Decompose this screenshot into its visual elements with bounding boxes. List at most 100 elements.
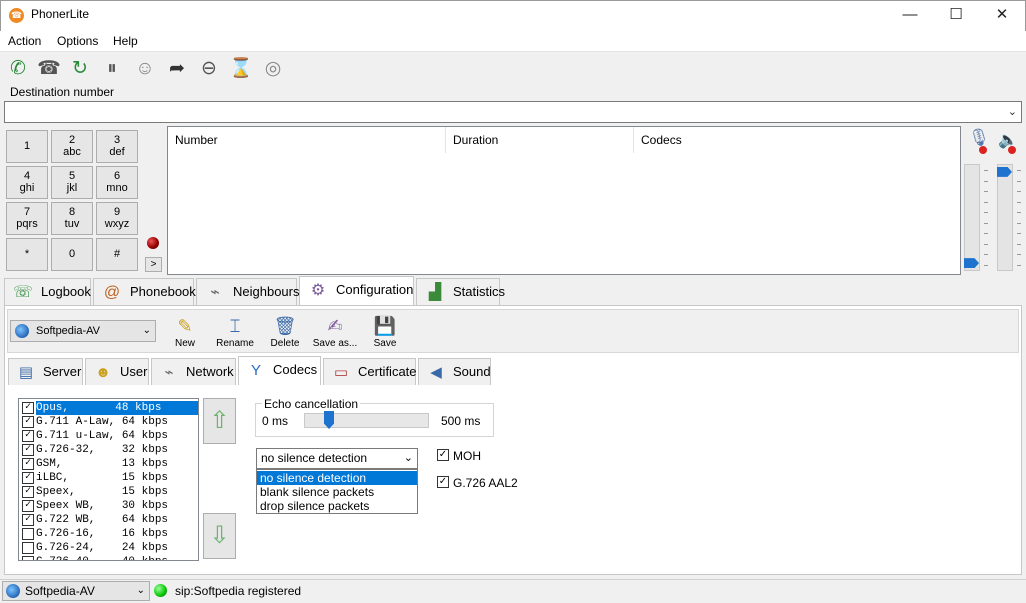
menu-help[interactable]: Help <box>113 34 138 48</box>
echo-cancellation-title: Echo cancellation <box>262 397 361 411</box>
dial-key-4[interactable]: 4 ghi <box>6 166 48 199</box>
tab-neighbours[interactable]: ⌁ Neighbours <box>196 278 300 306</box>
dial-key-7[interactable]: 7 pqrs <box>6 202 48 235</box>
codec-item[interactable]: Speex WB, 30 kbps <box>36 499 198 513</box>
column-codecs[interactable]: Codecs <box>634 127 958 153</box>
codec-item[interactable]: G.711 u-Law, 64 kbps <box>36 429 198 443</box>
slider-tick <box>984 222 988 224</box>
codec-item[interactable]: G.726-16, 16 kbps <box>36 527 198 541</box>
codec-item[interactable]: Opus, 48 kbps <box>36 401 198 415</box>
codec-checkbox[interactable]: ✓ <box>22 444 34 456</box>
speaker-volume-slider[interactable] <box>997 164 1013 271</box>
new-button[interactable]: ✎ New <box>162 314 208 349</box>
hold-icon[interactable]: ⏸ <box>99 56 125 82</box>
minimize-button[interactable]: — <box>887 0 933 31</box>
rename-label: Rename <box>216 338 254 349</box>
registration-status-icon <box>154 584 167 597</box>
dial-key-digit: * <box>24 248 30 260</box>
codec-checkbox[interactable] <box>22 528 34 540</box>
codec-item[interactable]: G.711 A-Law, 64 kbps <box>36 415 198 429</box>
tab-certificate[interactable]: ▭ Certificate <box>323 358 417 385</box>
mic-volume-slider[interactable] <box>964 164 980 271</box>
codec-checkbox[interactable]: ✓ <box>22 416 34 428</box>
reject-icon[interactable]: ⊖ <box>196 56 222 82</box>
dial-key-0[interactable]: 0 <box>51 238 93 271</box>
codec-checkbox[interactable]: ✓ <box>22 472 34 484</box>
move-down-button[interactable]: ⇩ <box>203 513 236 559</box>
chevron-down-icon[interactable]: ⌄ <box>1008 105 1017 118</box>
dial-key-1[interactable]: 1 <box>6 130 48 163</box>
destination-number-input[interactable]: ⌄ <box>4 101 1022 123</box>
codec-checkbox[interactable]: ✓ <box>22 458 34 470</box>
moh-label: MOH <box>453 449 481 463</box>
dial-key-8[interactable]: 8 tuv <box>51 202 93 235</box>
save-as-button[interactable]: ✍ Save as... <box>312 314 358 349</box>
codec-checkbox[interactable]: ✓ <box>22 486 34 498</box>
checkbox-box[interactable]: ✓ <box>437 476 449 488</box>
tab-label: Network <box>186 364 234 379</box>
silence-option[interactable]: no silence detection <box>257 471 417 485</box>
silence-detection-select[interactable]: no silence detection ⌄ <box>256 448 418 469</box>
tab-network[interactable]: ⌁ Network <box>151 358 236 385</box>
codec-item[interactable]: G.722 WB, 64 kbps <box>36 513 198 527</box>
codec-checkbox[interactable] <box>22 556 34 560</box>
codec-item[interactable]: Speex, 15 kbps <box>36 485 198 499</box>
codec-checkbox[interactable]: ✓ <box>22 500 34 512</box>
checkbox-box[interactable]: ✓ <box>437 449 449 461</box>
save-button[interactable]: 💾 Save <box>362 314 408 349</box>
echo-slider[interactable] <box>304 413 429 428</box>
tab-configuration[interactable]: ⚙ Configuration <box>299 276 414 306</box>
call-wait-icon[interactable]: ⌛ <box>228 56 254 82</box>
slider-tick <box>1017 254 1021 255</box>
codec-item[interactable]: G.726-24, 24 kbps <box>36 541 198 555</box>
dial-key-star[interactable]: * <box>6 238 48 271</box>
conference-icon[interactable]: ☺ <box>132 56 158 82</box>
tab-statistics[interactable]: ▟ Statistics <box>416 278 505 306</box>
call-list[interactable]: Number Duration Codecs <box>167 126 961 275</box>
tab-logbook[interactable]: ☏ Logbook <box>4 278 91 306</box>
menu-action[interactable]: Action <box>8 34 41 48</box>
column-duration[interactable]: Duration <box>446 127 634 153</box>
tab-codecs[interactable]: Y Codecs <box>238 356 321 385</box>
tab-sound[interactable]: ◀ Sound <box>418 358 491 385</box>
delete-icon: 🗑 <box>273 316 297 336</box>
rename-button[interactable]: ⌶ Rename <box>212 314 258 349</box>
redial-icon[interactable]: ↻ <box>67 56 93 82</box>
close-button[interactable]: ✕ <box>979 0 1025 31</box>
codec-item[interactable]: iLBC, 15 kbps <box>36 471 198 485</box>
codec-list[interactable]: ✓ Opus, 48 kbps ✓ G.711 A-Law, 64 kbps ✓ G.71… <box>18 398 199 561</box>
codec-checkbox[interactable] <box>22 542 34 554</box>
dial-key-5[interactable]: 5 jkl <box>51 166 93 199</box>
tab-phonebook[interactable]: @ Phonebook <box>93 278 196 306</box>
silence-option[interactable]: drop silence packets <box>257 499 417 513</box>
silence-option[interactable]: blank silence packets <box>257 485 417 499</box>
menu-options[interactable]: Options <box>57 34 98 48</box>
dialpad-more-button[interactable]: > <box>145 257 162 272</box>
codec-item[interactable]: G.726-32, 32 kbps <box>36 443 198 457</box>
transfer-icon[interactable]: ➦ <box>164 56 190 82</box>
dial-key-6[interactable]: 6 mno <box>96 166 138 199</box>
status-profile-select[interactable]: Softpedia-AV ⌄ <box>2 581 150 601</box>
hangup-icon[interactable]: ☎ <box>36 56 62 82</box>
codec-checkbox[interactable]: ✓ <box>22 514 34 526</box>
slider-tick <box>1017 180 1021 182</box>
tab-server[interactable]: ▤ Server <box>8 358 83 385</box>
dial-key-2[interactable]: 2 abc <box>51 130 93 163</box>
delete-button[interactable]: 🗑 Delete <box>262 314 308 349</box>
dial-key-hash[interactable]: # <box>96 238 138 271</box>
profile-select[interactable]: Softpedia-AV ⌄ <box>10 320 156 342</box>
move-up-button[interactable]: ⇧ <box>203 398 236 444</box>
call-icon[interactable]: ✆ <box>5 56 31 82</box>
codec-item[interactable]: G.726-40, 40 kbps <box>36 555 198 560</box>
slider-tick <box>984 264 988 266</box>
dial-key-3[interactable]: 3 def <box>96 130 138 163</box>
column-number[interactable]: Number <box>168 127 446 153</box>
codec-checkbox[interactable]: ✓ <box>22 402 34 414</box>
mute-icon[interactable]: ◎ <box>260 56 286 82</box>
codec-checkbox[interactable]: ✓ <box>22 430 34 442</box>
maximize-button[interactable]: ☐ <box>933 0 979 31</box>
codec-item[interactable]: GSM, 13 kbps <box>36 457 198 471</box>
tab-user[interactable]: ☻ User <box>85 358 149 385</box>
dial-key-9[interactable]: 9 wxyz <box>96 202 138 235</box>
dial-key-digit: 2 <box>68 134 76 146</box>
